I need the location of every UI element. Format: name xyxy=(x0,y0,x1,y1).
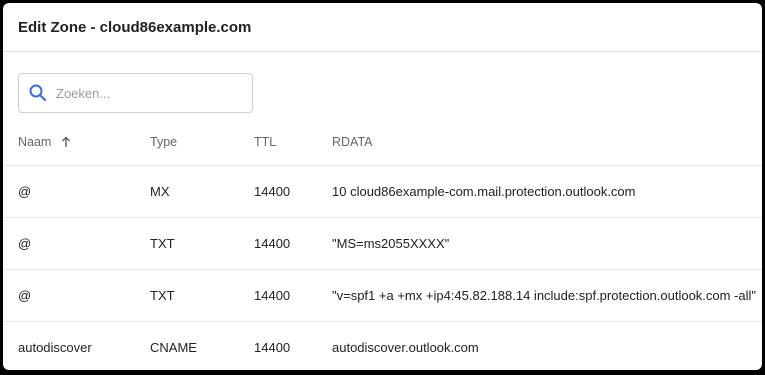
record-name: @ xyxy=(18,236,32,251)
search-box[interactable] xyxy=(18,73,253,113)
record-type: TXT xyxy=(150,236,175,251)
table-row[interactable]: @ TXT 14400 "v=spf1 +a +mx +ip4:45.82.18… xyxy=(3,270,762,322)
record-ttl: 14400 xyxy=(254,184,291,199)
column-header-rdata[interactable]: RDATA xyxy=(332,119,373,165)
search-input[interactable] xyxy=(56,85,226,101)
record-ttl: 14400 xyxy=(254,236,291,251)
column-header-name-label: Naam xyxy=(18,135,52,149)
column-header-type[interactable]: Type xyxy=(150,119,177,165)
record-ttl: 14400 xyxy=(254,288,291,303)
table-row[interactable]: autodiscover CNAME 14400 autodiscover.ou… xyxy=(3,322,762,370)
table-row[interactable]: @ MX 14400 10 cloud86example-com.mail.pr… xyxy=(3,166,762,218)
column-header-ttl[interactable]: TTL xyxy=(254,119,276,165)
record-rdata: "MS=ms2055XXXX" xyxy=(332,236,450,251)
record-name: @ xyxy=(18,288,32,303)
record-name: autodiscover xyxy=(18,340,92,355)
record-type: TXT xyxy=(150,288,175,303)
dialog-title: Edit Zone - cloud86example.com xyxy=(3,3,762,52)
search-icon xyxy=(28,83,48,103)
record-type: CNAME xyxy=(150,340,197,355)
table-row[interactable]: @ TXT 14400 "MS=ms2055XXXX" xyxy=(3,218,762,270)
column-header-name[interactable]: Naam xyxy=(18,119,71,165)
record-type: MX xyxy=(150,184,170,199)
record-name: @ xyxy=(18,184,32,199)
edit-zone-dialog: Edit Zone - cloud86example.com Naam Type xyxy=(3,3,762,370)
record-rdata: autodiscover.outlook.com xyxy=(332,340,479,355)
arrow-up-icon[interactable] xyxy=(61,136,71,148)
record-rdata: "v=spf1 +a +mx +ip4:45.82.188.14 include… xyxy=(332,288,757,303)
record-rdata: 10 cloud86example-com.mail.protection.ou… xyxy=(332,184,636,199)
dns-records-table: Naam Type TTL RDATA @ MX 14400 10 cloud8… xyxy=(3,119,762,370)
record-ttl: 14400 xyxy=(254,340,291,355)
table-header: Naam Type TTL RDATA xyxy=(3,119,762,166)
